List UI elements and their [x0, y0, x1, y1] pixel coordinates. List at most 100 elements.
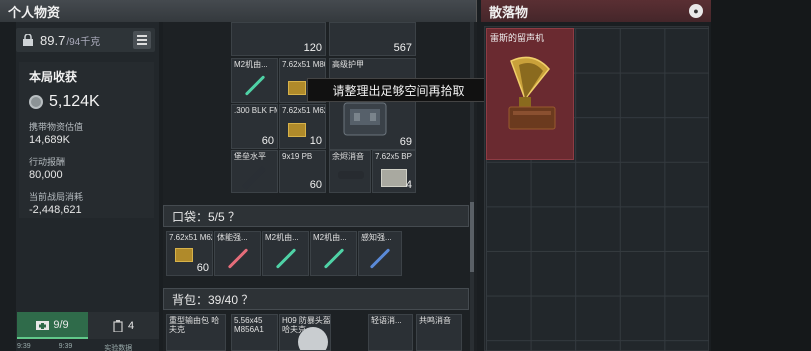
- item-slot-top-right[interactable]: 567: [329, 22, 416, 56]
- tab-medkit[interactable]: 9/9: [17, 312, 88, 339]
- item-name: 体能强...: [217, 233, 248, 242]
- helmet-icon: [298, 327, 328, 350]
- syringe-icon: [323, 248, 345, 269]
- pocket-item[interactable]: 7.62x51 M62 60: [166, 231, 213, 276]
- pockets-header: 口袋：5/5 ？: [163, 205, 469, 227]
- item-name: 7.62x51 M62: [169, 233, 213, 242]
- item-name: 7.62x51 M62: [282, 106, 326, 115]
- stat-value: 80,000: [29, 169, 63, 181]
- item-name: M2机由...: [313, 233, 347, 242]
- background-dark: [711, 0, 811, 351]
- item-name: 7.62x5 BP: [375, 152, 412, 161]
- loot-header-title: 散落物: [489, 4, 529, 20]
- tab-battery[interactable]: 4: [88, 312, 159, 339]
- ammo-icon: [175, 248, 193, 262]
- ammo-box-icon: [381, 169, 407, 187]
- coin-icon: [29, 95, 43, 109]
- inventory-item[interactable]: 7.62x5 BP 4: [372, 150, 416, 193]
- item-name: 感知强...: [361, 233, 392, 242]
- item-slot-top-left[interactable]: 120: [231, 22, 326, 56]
- stat-label: 携带物资估值: [29, 122, 84, 132]
- syringe-icon: [244, 75, 266, 96]
- tab-battery-label: 4: [127, 319, 135, 332]
- location-pin-icon[interactable]: ●: [689, 4, 703, 18]
- item-count: 60: [196, 262, 209, 274]
- tab-medkit-label: 9/9: [53, 318, 69, 331]
- item-name: 重型输由包 哈夫克: [169, 316, 220, 334]
- inventory-item[interactable]: 9x19 PB 60: [279, 150, 326, 193]
- earnings-total-row: 5,124K: [29, 93, 144, 111]
- game-screen: 个人物资 散落物 ● 89.7 /94千克 本局收获 5,124K 携带物资估值…: [0, 0, 811, 351]
- personal-inventory-header: 个人物资: [0, 0, 477, 22]
- syringe-icon: [369, 248, 391, 269]
- backpack-item[interactable]: 轻语消...: [368, 314, 413, 351]
- inventory-item[interactable]: 7.62x51 M62 10: [279, 104, 326, 149]
- item-name: 5.56x45 M856A1: [234, 316, 264, 334]
- loot-header: 散落物 ●: [481, 0, 711, 22]
- backpack-item[interactable]: 重型输由包 哈夫克: [166, 314, 226, 351]
- item-name: 轻语消...: [371, 316, 402, 325]
- item-count: 10: [309, 135, 322, 147]
- item-count: 567: [393, 42, 412, 54]
- pocket-item[interactable]: M2机由...: [310, 231, 357, 276]
- weight-value: 89.7: [40, 32, 66, 48]
- inventory-item[interactable]: M2机由...: [231, 58, 278, 103]
- loot-item-name: 雷斯的留声机: [490, 33, 545, 43]
- inventory-item-armor[interactable]: 高级护甲 69: [329, 58, 416, 150]
- suppressor-icon: [338, 171, 364, 179]
- backpack-item[interactable]: 5.56x45 M856A1: [231, 314, 278, 351]
- item-name: M2机由...: [265, 233, 299, 242]
- inventory-item[interactable]: 余烬消音: [329, 150, 371, 193]
- inventory-item[interactable]: 堡垒水平: [231, 150, 278, 193]
- item-count: 120: [303, 42, 322, 54]
- item-name: .300 BLK FMJ: [234, 106, 277, 115]
- backpack-item-helmet[interactable]: H09 防暴头盔 哈夫克: [279, 314, 331, 351]
- item-count: 60: [309, 179, 322, 191]
- item-name: 9x19 PB: [282, 152, 313, 161]
- item-count: 69: [399, 136, 412, 148]
- bottom-item: 9:39: [17, 343, 31, 350]
- bottom-row: 9:39 9:39 实验数据: [17, 343, 159, 351]
- item-name: 7.62x51 M80: [282, 60, 326, 69]
- item-name: 共鸣消音: [419, 316, 451, 325]
- gramophone-icon: [508, 56, 556, 130]
- round-earnings-panel: 本局收获 5,124K 携带物资估值 14,689K 行动报酬 80,000 当…: [19, 62, 154, 218]
- item-name: 高级护甲: [332, 60, 364, 69]
- bottom-tabs: 9/9 4: [17, 312, 159, 339]
- backpack-header: 背包：39/40 ？: [163, 288, 469, 310]
- earnings-title: 本局收获: [29, 70, 78, 84]
- ammo-icon: [288, 81, 306, 95]
- pocket-item[interactable]: 体能强...: [214, 231, 261, 276]
- inventory-item[interactable]: .300 BLK FMJ 60: [231, 104, 278, 149]
- stat-label: 行动报酬: [29, 157, 66, 167]
- pocket-item[interactable]: M2机由...: [262, 231, 309, 276]
- item-name: 堡垒水平: [234, 152, 266, 161]
- pocket-item[interactable]: 感知强...: [358, 231, 402, 276]
- bottom-item: 实验数据: [104, 345, 133, 351]
- item-name: 余烬消音: [332, 152, 364, 161]
- item-count: 60: [261, 135, 274, 147]
- syringe-icon: [275, 248, 297, 269]
- earnings-total: 5,124K: [49, 93, 100, 110]
- stat-value: 14,689K: [29, 134, 70, 146]
- bottom-item: 9:39: [58, 343, 73, 350]
- weight-icon: [23, 34, 33, 46]
- ammo-icon: [288, 123, 306, 137]
- list-menu-icon[interactable]: [133, 31, 151, 49]
- item-count: 4: [405, 179, 412, 191]
- item-name: M2机由...: [234, 60, 268, 69]
- battery-icon: [113, 319, 123, 332]
- syringe-icon: [227, 248, 249, 269]
- stat-label: 当前战局消耗: [29, 192, 84, 202]
- backpack-item[interactable]: 共鸣消音: [416, 314, 462, 351]
- foregrip-icon: [241, 165, 267, 191]
- armor-icon: [343, 102, 387, 136]
- scrollbar[interactable]: [470, 22, 474, 351]
- weight-max: /94千克: [66, 36, 101, 48]
- stat-value: -2,448,621: [29, 204, 82, 216]
- header-title: 个人物资: [8, 4, 61, 20]
- loot-item-gramophone[interactable]: 雷斯的留声机: [486, 28, 574, 160]
- weight-bar: 89.7 /94千克: [16, 28, 155, 52]
- pickup-tooltip: 请整理出足够空间再拾取: [307, 78, 490, 102]
- medkit-icon: [36, 321, 50, 330]
